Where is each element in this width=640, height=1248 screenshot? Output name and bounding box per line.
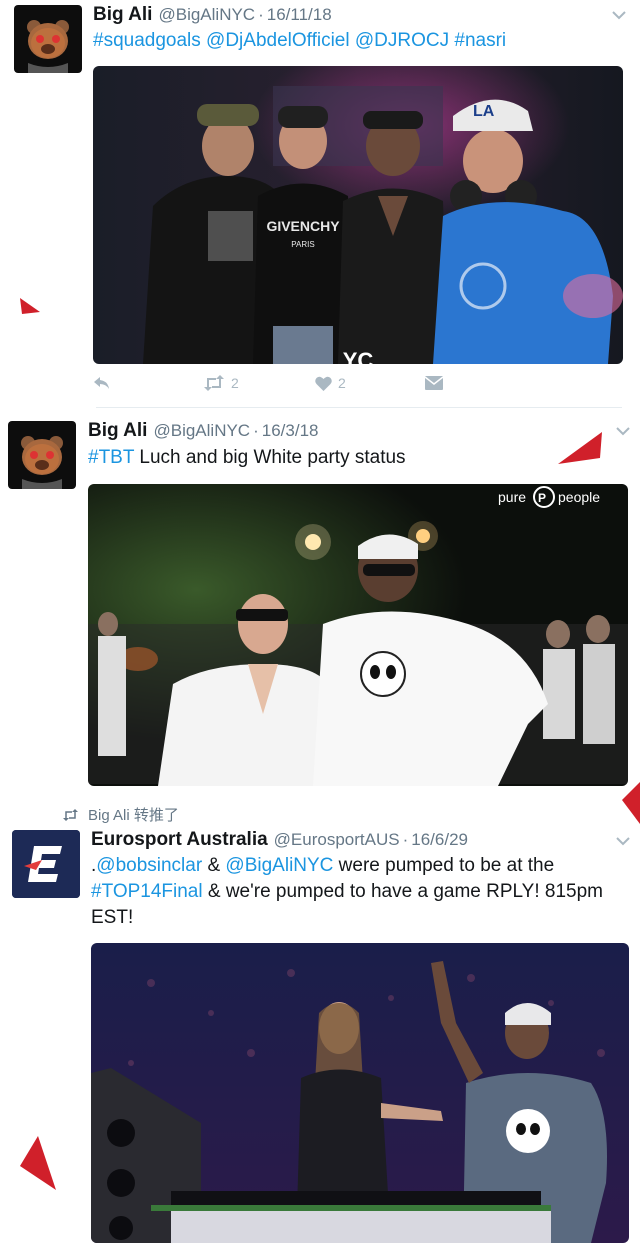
hashtag-nasri[interactable]: #nasri xyxy=(454,30,506,51)
bear-avatar-icon xyxy=(14,5,82,73)
chevron-down-icon[interactable] xyxy=(614,832,632,850)
dm-icon xyxy=(425,376,443,390)
watermark-people: people xyxy=(558,489,600,505)
mention-djabdel[interactable]: @DjAbdelOfficiel xyxy=(206,30,350,51)
tweet-actions: 2 2 xyxy=(93,375,443,391)
retweet-button[interactable]: 2 xyxy=(203,375,315,391)
reply-icon xyxy=(94,377,109,389)
tweet-1[interactable]: Big Ali @BigAliNYC · 16/11/18 #squadgoal… xyxy=(0,0,640,408)
text-line3: EST! xyxy=(91,907,134,928)
avatar[interactable] xyxy=(8,421,76,489)
like-button[interactable]: 2 xyxy=(315,375,425,391)
separator: · xyxy=(402,830,409,849)
chevron-down-icon[interactable] xyxy=(610,6,628,24)
cap-logo: LA xyxy=(473,103,495,120)
separator: · xyxy=(253,421,259,440)
retweet-context: Big Ali 转推了 xyxy=(62,804,179,825)
retweet-icon xyxy=(63,808,78,821)
separator: · xyxy=(258,5,264,24)
red-marker-2 xyxy=(558,432,602,464)
avatar[interactable] xyxy=(14,5,82,73)
tweet-text: .@bobsinclar & @BigAliNYC were pumped to… xyxy=(91,853,611,931)
tweet-photo[interactable] xyxy=(91,943,629,1243)
heart-icon xyxy=(315,376,332,391)
bear-avatar-icon xyxy=(8,421,76,489)
mention-bigalinyc[interactable]: @BigAliNYC xyxy=(225,855,333,876)
author-handle[interactable]: @BigAliNYC xyxy=(158,5,255,25)
text-line2: & we're pumped to have a game RPLY! 815p… xyxy=(202,881,604,902)
eurosport-logo-icon xyxy=(12,830,80,898)
tweet-date[interactable]: 16/11/18 xyxy=(267,5,332,25)
red-marker-4 xyxy=(20,1136,56,1190)
author-handle[interactable]: @BigAliNYC xyxy=(153,421,250,441)
text-amp: & xyxy=(202,855,226,876)
author-handle[interactable]: @EurosportAUS xyxy=(274,830,400,850)
author-name[interactable]: Big Ali xyxy=(93,4,152,26)
author-name[interactable]: Eurosport Australia xyxy=(91,829,268,851)
svg-text:P: P xyxy=(538,491,546,505)
watermark-pure: pure xyxy=(498,489,526,505)
shirt-text-paris: PARIS xyxy=(291,240,314,249)
tweet-text: #squadgoals @DjAbdelOfficiel @DJROCJ #na… xyxy=(93,28,506,54)
tweet-text: #TBT Luch and big White party status xyxy=(88,445,406,471)
red-marker-1 xyxy=(20,298,40,314)
retweet-icon xyxy=(204,375,224,391)
tweet-3[interactable]: Big Ali 转推了 Eurosport Australia @Eurospo… xyxy=(0,798,640,1248)
chevron-down-icon[interactable] xyxy=(614,422,632,440)
tweet-photo[interactable]: GIVENCHY PARIS LA YC xyxy=(93,66,623,364)
text-line1: were pumped to be at the xyxy=(333,855,555,876)
mention-bobsinclar[interactable]: @bobsinclar xyxy=(96,855,202,876)
tweet-date[interactable]: 16/3/18 xyxy=(262,421,319,441)
reply-button[interactable] xyxy=(93,375,203,391)
retweet-count: 2 xyxy=(231,375,239,391)
avatar-eurosport[interactable] xyxy=(12,830,80,898)
hashtag-top14final[interactable]: #TOP14Final xyxy=(91,881,203,902)
tweet-body: Luch and big White party status xyxy=(134,447,406,468)
shirt-text-givenchy: GIVENCHY xyxy=(266,218,340,234)
tweet-2[interactable]: Big Ali @BigAliNYC · 16/3/18 #TBT Luch a… xyxy=(0,408,640,798)
dm-button[interactable] xyxy=(425,376,443,390)
retweet-context-label: Big Ali 转推了 xyxy=(88,807,179,824)
hashtag-tbt[interactable]: #TBT xyxy=(88,447,134,468)
sign-text: YC xyxy=(343,348,374,364)
tweet-photo[interactable]: pure P people xyxy=(88,484,628,786)
tweet-date[interactable]: 16/6/29 xyxy=(411,830,468,850)
photo-group-dj: GIVENCHY PARIS LA YC xyxy=(93,66,623,364)
photo-white-party: pure P people xyxy=(88,484,628,786)
like-count: 2 xyxy=(338,375,346,391)
author-name[interactable]: Big Ali xyxy=(88,420,147,442)
red-marker-3 xyxy=(622,782,640,824)
hashtag-squadgoals[interactable]: #squadgoals xyxy=(93,30,201,51)
mention-djrocj[interactable]: @DJROCJ xyxy=(355,30,449,51)
photo-dj-booth xyxy=(91,943,629,1243)
